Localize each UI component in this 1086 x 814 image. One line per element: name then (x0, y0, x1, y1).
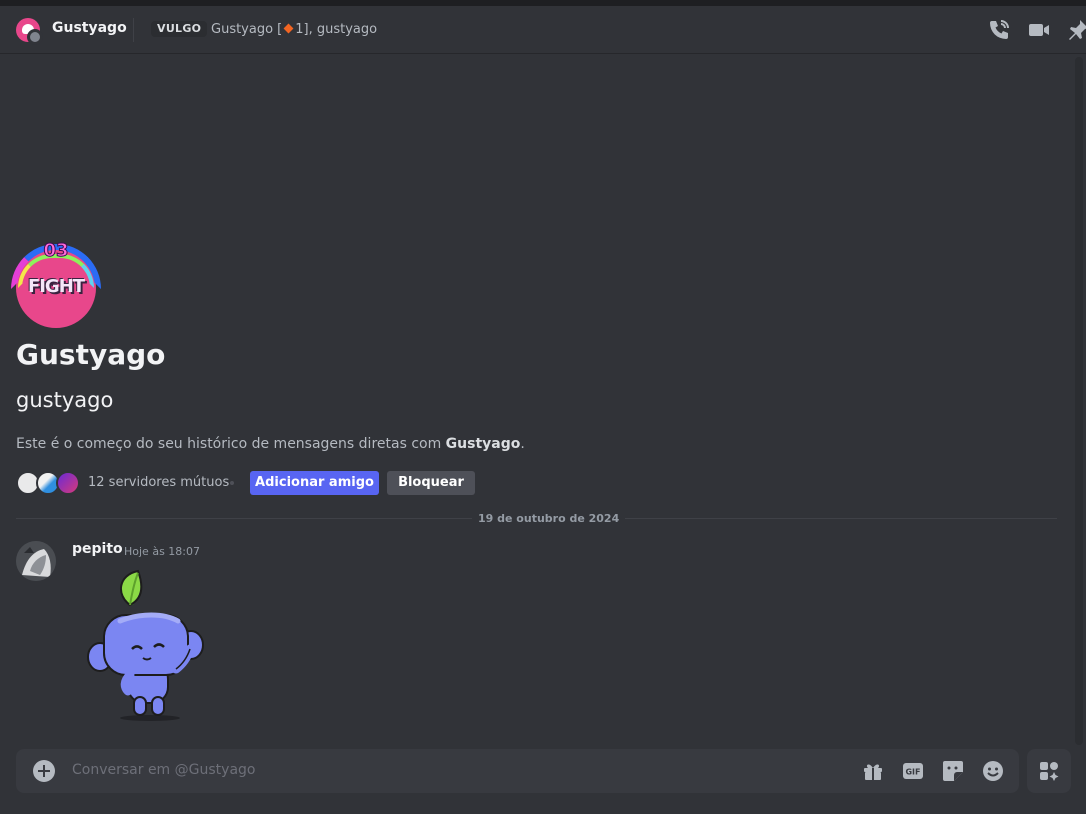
header-subtitle-prefix: Gustyago [ (211, 22, 283, 37)
wumpus-leaf-sticker[interactable] (80, 565, 210, 725)
intro-text-name: Gustyago (445, 436, 521, 452)
profile-username: gustyago (16, 388, 114, 412)
message-input[interactable]: Conversar em @Gustyago (72, 762, 255, 778)
date-divider-label: 19 de outubro de 2024 (472, 512, 626, 525)
header-display-name[interactable]: Gustyago (52, 20, 127, 36)
emoji-icon[interactable] (981, 759, 1005, 783)
message-composer: Conversar em @Gustyago GIF (16, 749, 1019, 793)
avatar-decoration-word: FIGHT (27, 276, 85, 297)
add-friend-button[interactable]: Adicionar amigo (250, 471, 379, 495)
gif-icon[interactable]: GIF (901, 759, 925, 783)
profile-display-name: Gustyago (16, 338, 166, 371)
header-avatar[interactable] (16, 18, 43, 45)
sticker-icon[interactable] (941, 759, 965, 783)
gif-icon-label: GIF (905, 768, 920, 777)
gift-icon[interactable] (861, 759, 885, 783)
video-call-icon[interactable] (1027, 18, 1051, 42)
message-author-avatar[interactable] (16, 541, 56, 581)
offline-status-icon (27, 29, 43, 45)
mutual-server-avatar[interactable] (56, 471, 80, 495)
header-divider (133, 18, 134, 42)
avatar-decoration-number: 03 (43, 240, 69, 262)
dm-header: Gustyago VULGO Gustyago [ 1], gustyago (0, 6, 1086, 54)
dot-separator (230, 481, 234, 485)
header-subtitle: Gustyago [ 1], gustyago (211, 22, 377, 37)
mutual-servers-row: 12 servidores mútuos Adicionar amigo Blo… (16, 471, 486, 495)
avatar-image (16, 541, 56, 581)
apps-icon (1040, 762, 1059, 781)
header-subtitle-suffix: 1], gustyago (295, 22, 378, 37)
pin-icon[interactable] (1066, 18, 1086, 42)
diamond-icon (283, 23, 294, 34)
block-button[interactable]: Bloquear (387, 471, 475, 495)
upload-plus-icon[interactable] (33, 760, 55, 782)
message-timestamp: Hoje às 18:07 (124, 545, 200, 558)
clan-tag-badge[interactable]: VULGO (151, 21, 208, 37)
intro-text-end: . (520, 436, 525, 452)
dm-intro-text: Este é o começo do seu histórico de mens… (16, 436, 525, 452)
mutual-servers-link[interactable]: 12 servidores mútuos (88, 475, 229, 490)
chat-scrollbar[interactable] (1075, 57, 1083, 745)
voice-call-icon[interactable] (987, 18, 1011, 42)
message-author[interactable]: pepito (72, 541, 123, 557)
intro-text-body: Este é o começo do seu histórico de mens… (16, 436, 446, 452)
apps-button[interactable] (1027, 749, 1071, 793)
